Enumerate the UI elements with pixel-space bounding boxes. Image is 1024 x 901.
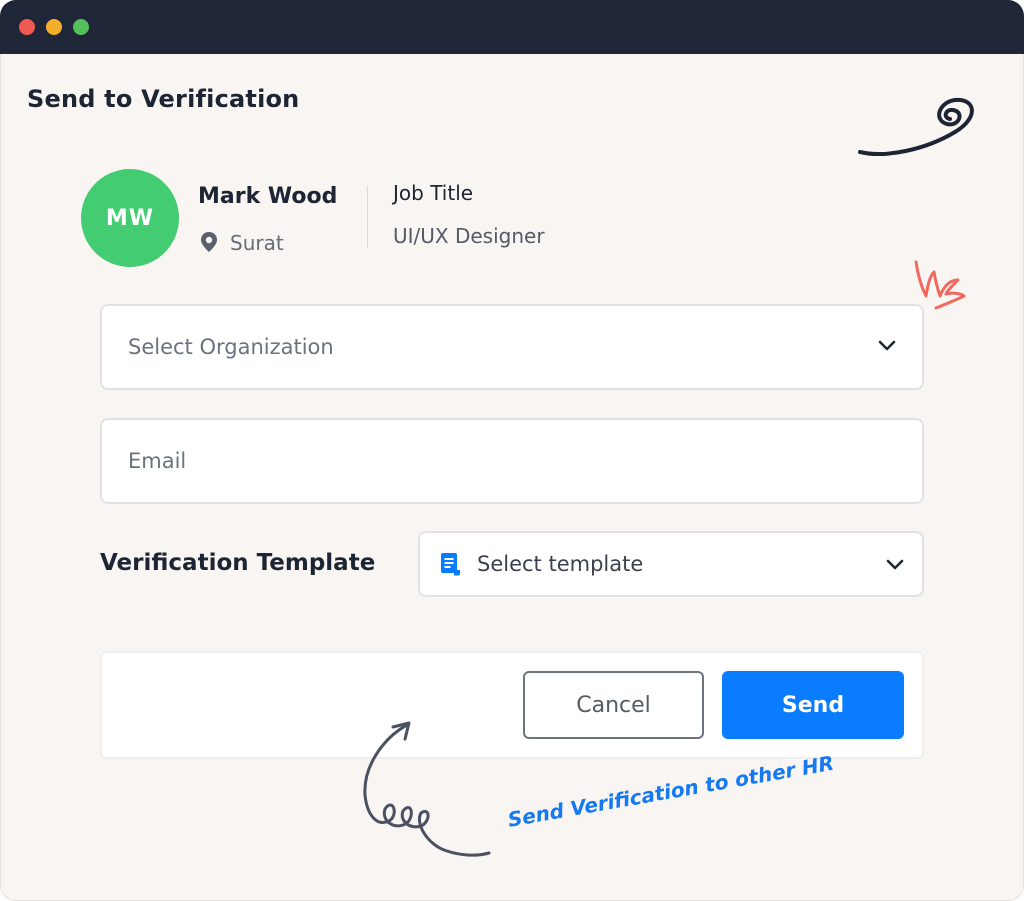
chevron-down-icon: [886, 559, 904, 570]
page-title: Send to Verification: [27, 85, 300, 113]
template-placeholder: Select template: [477, 552, 644, 576]
minimize-window-button[interactable]: [46, 19, 62, 35]
organization-placeholder: Select Organization: [128, 335, 334, 359]
chevron-down-icon: [878, 340, 896, 351]
location-pin-icon: [201, 232, 217, 252]
email-placeholder: Email: [128, 449, 187, 473]
email-field[interactable]: Email: [100, 418, 924, 504]
verification-template-label: Verification Template: [100, 550, 376, 576]
annotation-text: Send Verification to other HR: [505, 750, 836, 832]
send-button[interactable]: Send: [722, 671, 904, 739]
title-bar: [0, 0, 1024, 54]
info-divider: [367, 186, 368, 248]
template-select[interactable]: Select template: [418, 531, 924, 597]
swirl-doodle: [858, 97, 974, 156]
organization-select[interactable]: Select Organization: [100, 304, 924, 390]
candidate-location: Surat: [230, 231, 284, 255]
document-icon: [441, 553, 460, 576]
app-window: Send to Verification MW Mark Wood Surat …: [0, 0, 1024, 901]
close-window-button[interactable]: [19, 19, 35, 35]
candidate-name: Mark Wood: [198, 184, 338, 209]
action-footer: Cancel Send: [100, 651, 924, 759]
avatar: MW: [81, 169, 179, 267]
job-title-label: Job Title: [393, 181, 474, 205]
cancel-button[interactable]: Cancel: [523, 671, 704, 739]
maximize-window-button[interactable]: [73, 19, 89, 35]
job-title-value: UI/UX Designer: [393, 224, 545, 248]
